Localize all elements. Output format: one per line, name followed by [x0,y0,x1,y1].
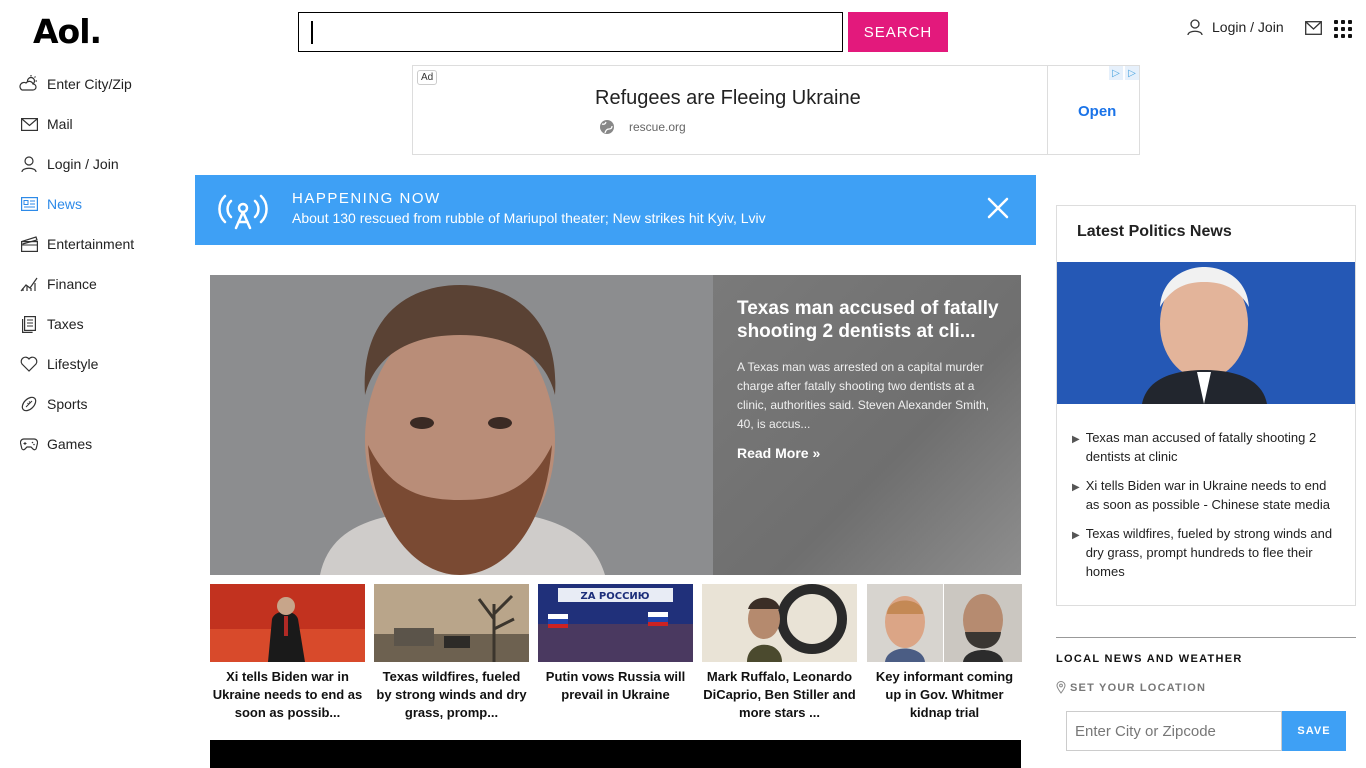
politics-list: ▶ Texas man accused of fatally shooting 2… [1072,428,1342,591]
sidebar-item-mail[interactable]: Mail [19,104,189,144]
happening-headline[interactable]: About 130 rescued from rubble of Mariupo… [292,210,766,226]
thumb-banner-text: ZA РОССИЮ [580,591,649,602]
sidebar-item-label: Sports [47,396,88,412]
sidebar-nav: Enter City/Zip Mail Login / Join News En… [19,64,189,464]
news-thumbnails: Xi tells Biden war in Ukraine needs to e… [210,584,1022,724]
hero-story[interactable]: Texas man accused of fatally shooting 2 … [210,275,1021,575]
sidebar-item-label: Entertainment [47,236,135,252]
user-icon [19,154,39,174]
save-location-button[interactable]: SAVE [1282,711,1346,751]
sidebar-item-weather[interactable]: Enter City/Zip [19,64,189,104]
sidebar-item-games[interactable]: Games [19,424,189,464]
sidebar-item-taxes[interactable]: Taxes [19,304,189,344]
zipcode-input[interactable] [1066,711,1282,751]
happening-label: HAPPENING NOW [292,190,441,207]
chart-icon [19,274,39,294]
header-login-link[interactable]: Login / Join [1186,18,1284,36]
hero-summary: A Texas man was arrested on a capital mu… [737,360,990,431]
text-caret [311,21,313,44]
hero-title[interactable]: Texas man accused of fatally shooting 2 … [737,297,1007,343]
ad-url[interactable]: rescue.org [599,119,686,135]
search-button[interactable]: SEARCH [848,12,948,52]
thumb-caption[interactable]: Xi tells Biden war in Ukraine needs to e… [210,668,365,722]
thumb-caption[interactable]: Mark Ruffalo, Leonardo DiCaprio, Ben Sti… [702,668,857,722]
mail-icon [19,114,39,134]
thumb-image[interactable] [374,584,529,662]
sidebar-item-label: Taxes [47,316,84,332]
ad-url-text: rescue.org [629,120,686,134]
sidebar-item-entertainment[interactable]: Entertainment [19,224,189,264]
weather-icon [19,74,39,94]
clapper-icon [19,234,39,254]
thumb-image[interactable]: ZA РОССИЮ [538,584,693,662]
sidebar-item-label: Enter City/Zip [47,76,132,92]
thumb-image[interactable] [210,584,365,662]
aol-logo[interactable]: Aol. [33,12,102,51]
local-news-title: LOCAL NEWS AND WEATHER [1056,653,1243,665]
header-login-label: Login / Join [1212,19,1284,35]
news-thumb[interactable]: Texas wildfires, fueled by strong winds … [374,584,529,722]
sidebar-item-label: News [47,196,83,212]
sidebar-item-sports[interactable]: Sports [19,384,189,424]
heart-icon [19,354,39,374]
list-item[interactable]: ▶ Texas man accused of fatally shooting 2… [1072,428,1342,466]
globe-icon [600,120,614,134]
set-location-text: SET YOUR LOCATION [1070,681,1207,694]
happening-now-banner[interactable]: HAPPENING NOW About 130 rescued from rub… [195,175,1036,245]
politics-title[interactable]: Latest Politics News [1077,223,1232,241]
triangle-bullet-icon: ▶ [1072,530,1080,541]
sidebar-item-news[interactable]: News [19,184,189,224]
location-pin-icon [1056,681,1066,694]
thumb-image[interactable] [867,584,1022,662]
news-thumb[interactable]: Mark Ruffalo, Leonardo DiCaprio, Ben Sti… [702,584,857,722]
apps-grid-icon[interactable] [1334,20,1352,38]
location-form: SAVE [1066,711,1346,751]
news-thumb[interactable]: Key informant coming up in Gov. Whitmer … [867,584,1022,722]
video-player[interactable] [210,740,1021,768]
gamepad-icon [19,434,39,454]
user-icon [1187,19,1203,36]
sidebar-item-label: Lifestyle [47,356,99,372]
broadcast-icon [218,194,268,230]
football-icon [19,394,39,414]
news-thumb[interactable]: Xi tells Biden war in Ukraine needs to e… [210,584,365,722]
politics-news-panel: Latest Politics News ▶ Texas man accused … [1056,205,1356,606]
local-news-panel: LOCAL NEWS AND WEATHER SET YOUR LOCATION… [1056,637,1356,751]
set-location-label: SET YOUR LOCATION [1056,681,1356,694]
ad-tag: Ad [417,70,438,85]
hero-image[interactable] [210,275,713,575]
sidebar-item-lifestyle[interactable]: Lifestyle [19,344,189,384]
ad-divider [1047,66,1048,154]
thumb-caption[interactable]: Putin vows Russia will prevail in Ukrain… [538,668,693,704]
sidebar-item-finance[interactable]: Finance [19,264,189,304]
triangle-bullet-icon: ▶ [1072,434,1080,445]
thumb-caption[interactable]: Texas wildfires, fueled by strong winds … [374,668,529,722]
list-item-text[interactable]: Xi tells Biden war in Ukraine needs to e… [1086,476,1342,514]
sidebar-item-label: Login / Join [47,156,119,172]
triangle-bullet-icon: ▶ [1072,482,1080,493]
ad-banner[interactable]: Ad Refugees are Fleeing Ukraine rescue.o… [412,65,1140,155]
sidebar-item-label: Mail [47,116,73,132]
thumb-caption[interactable]: Key informant coming up in Gov. Whitmer … [867,668,1022,722]
ad-title[interactable]: Refugees are Fleeing Ukraine [595,87,861,110]
list-item-text[interactable]: Texas wildfires, fueled by strong winds … [1086,524,1342,581]
document-icon [19,314,39,334]
list-item-text[interactable]: Texas man accused of fatally shooting 2 … [1086,428,1342,466]
read-more-link[interactable]: Read More » [737,445,820,461]
list-item[interactable]: ▶ Texas wildfires, fueled by strong winds… [1072,524,1342,581]
thumb-image[interactable] [702,584,857,662]
search-input[interactable] [298,12,843,52]
news-icon [19,194,39,214]
sidebar-item-login[interactable]: Login / Join [19,144,189,184]
ad-open-button[interactable]: Open [1078,103,1116,120]
header-mail-icon[interactable] [1305,21,1322,40]
sidebar-item-label: Games [47,436,93,452]
close-icon[interactable] [985,195,1011,221]
politics-image[interactable] [1057,262,1355,404]
news-thumb[interactable]: ZA РОССИЮ Putin vows Russia will prevail… [538,584,693,704]
ad-choices-icon[interactable]: ▷ ▷ [1109,66,1139,80]
list-item[interactable]: ▶ Xi tells Biden war in Ukraine needs to … [1072,476,1342,514]
sidebar-item-label: Finance [47,276,97,292]
